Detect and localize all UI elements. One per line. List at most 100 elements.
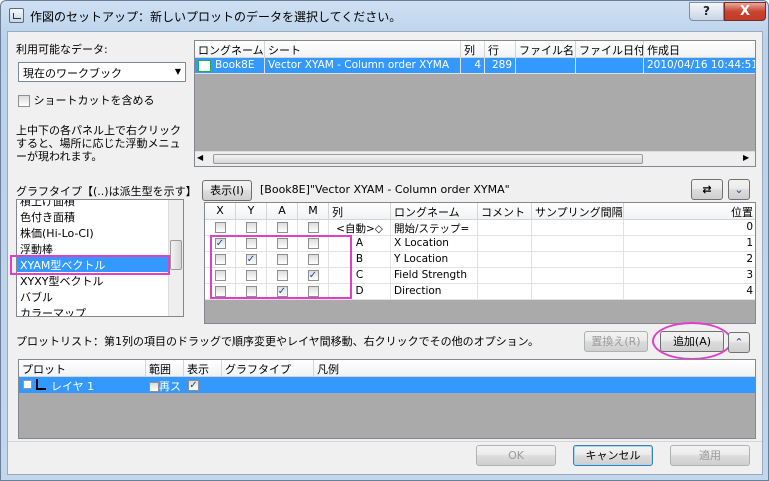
sampling-cell[interactable]	[532, 220, 624, 236]
chevron-down-icon: ▼	[174, 67, 181, 76]
expand-icon[interactable]: ⌃	[728, 332, 750, 353]
col-header-sampling[interactable]: サンプリング間隔	[532, 203, 624, 220]
range-checkbox[interactable]	[149, 382, 159, 392]
sampling-cell[interactable]	[532, 236, 624, 252]
expand-toggle-icon[interactable]	[23, 380, 32, 389]
long-name-cell[interactable]: Y Location	[391, 252, 478, 268]
col-header[interactable]: シート	[265, 41, 461, 58]
shortcut-checkbox-row[interactable]: ショートカットを含める	[18, 92, 155, 108]
assign-m-checkbox[interactable]	[298, 220, 329, 236]
divider	[8, 441, 762, 442]
assign-x-checkbox[interactable]	[205, 220, 236, 236]
comment-cell[interactable]	[478, 236, 532, 252]
col-header[interactable]: 列	[461, 41, 485, 58]
list-item[interactable]: 浮動棒	[17, 240, 183, 256]
shortcut-checkbox[interactable]	[18, 95, 30, 107]
col-header[interactable]: 範囲	[146, 360, 184, 377]
col-header[interactable]: グラフタイプ	[222, 360, 314, 377]
horizontal-scrollbar[interactable]: ◀ ▶	[195, 151, 755, 166]
long-name-cell[interactable]: 開始/ステップ=	[391, 220, 478, 236]
list-item[interactable]: カラーマップ	[17, 304, 183, 316]
col-header[interactable]: ファイル日付	[576, 41, 644, 58]
app-icon	[9, 8, 24, 23]
col-header[interactable]: 凡例	[314, 360, 755, 377]
window-title: 作図のセットアップ：新しいプロットのデータを選択してください。	[30, 10, 402, 24]
checkbox[interactable]	[307, 221, 319, 233]
list-item[interactable]: バブル	[17, 288, 183, 304]
layer-name[interactable]: レイヤ 1	[51, 378, 94, 394]
list-item[interactable]: 積上げ面積	[17, 200, 183, 208]
long-name-cell[interactable]: X Location	[391, 236, 478, 252]
col-header-y[interactable]: Y	[236, 203, 267, 220]
scroll-right-icon[interactable]: ▶	[743, 153, 749, 162]
table-cell[interactable]: 4	[461, 58, 485, 74]
position-cell[interactable]: 3	[624, 268, 755, 284]
combo-value: 現在のワークブック	[23, 67, 122, 80]
hint-text: 上中下の各パネル上で右クリック すると、場所に応じた浮動メニュ ーが現われます。	[16, 124, 181, 163]
comment-cell[interactable]	[478, 220, 532, 236]
long-name-cell[interactable]: Direction	[391, 284, 478, 300]
table-cell[interactable]	[576, 58, 644, 74]
position-cell[interactable]: 0	[624, 220, 755, 236]
comment-cell[interactable]	[478, 268, 532, 284]
table-cell[interactable]: 289	[485, 58, 516, 74]
help-button[interactable]: ?	[689, 2, 724, 21]
list-item[interactable]: 株価(Hi-Lo-CI)	[17, 224, 183, 240]
comment-cell[interactable]	[478, 252, 532, 268]
ok-button[interactable]: OK	[476, 445, 556, 466]
sampling-cell[interactable]	[532, 284, 624, 300]
workbook-table[interactable]: ロングネーム シート 列 行 ファイル名 ファイル日付 作成日 Book8E V…	[194, 40, 756, 167]
vertical-scrollbar[interactable]	[168, 200, 183, 316]
col-header-m[interactable]: M	[298, 203, 329, 220]
show-button[interactable]: 表示(I)	[202, 180, 252, 201]
assign-a-checkbox[interactable]	[267, 220, 298, 236]
scroll-left-icon[interactable]: ◀	[197, 153, 203, 162]
col-header-x[interactable]: X	[205, 203, 236, 220]
table-cell[interactable]: 2010/04/16 10:44:51	[644, 58, 755, 74]
col-header[interactable]: プロット	[19, 360, 146, 377]
assign-y-checkbox[interactable]	[236, 220, 267, 236]
position-cell[interactable]: 4	[624, 284, 755, 300]
replace-button[interactable]: 置換え(R)	[584, 331, 648, 352]
apply-button[interactable]: 適用	[670, 445, 750, 466]
checkbox[interactable]	[276, 221, 288, 233]
scroll-thumb[interactable]	[170, 240, 182, 270]
show-checkbox[interactable]: ✓	[188, 378, 199, 391]
col-header[interactable]: ファイル名	[516, 41, 576, 58]
plot-list-table[interactable]: プロット 範囲 表示 グラフタイプ 凡例 レイヤ 1 再ス ✓	[18, 359, 756, 439]
hint-line: ーが現われます。	[16, 150, 103, 163]
close-button[interactable]: X	[724, 2, 766, 21]
checkbox[interactable]	[214, 221, 226, 233]
title-bar[interactable]: 作図のセットアップ：新しいプロットのデータを選択してください。 ? X	[1, 1, 768, 31]
sampling-cell[interactable]	[532, 252, 624, 268]
col-header-column[interactable]: 列	[329, 203, 391, 220]
column-name-cell[interactable]: <自動>◇	[329, 220, 391, 236]
col-header[interactable]: ロングネーム	[195, 41, 265, 58]
checkbox[interactable]	[245, 221, 257, 233]
available-data-label: 利用可能なデータ:	[16, 43, 108, 56]
position-cell[interactable]: 2	[624, 252, 755, 268]
layer-row[interactable]	[19, 377, 755, 393]
col-header[interactable]: 表示	[184, 360, 222, 377]
collapse-icon[interactable]: ⌄	[728, 179, 750, 200]
long-name-cell[interactable]: Field Strength	[391, 268, 478, 284]
layer-range[interactable]: 再ス	[149, 378, 181, 394]
data-source-combo[interactable]: 現在のワークブック ▼	[18, 62, 186, 82]
col-header-position[interactable]: 位置	[624, 203, 755, 220]
col-header-comment[interactable]: コメント	[478, 203, 532, 220]
dialog-client: 利用可能なデータ: 現在のワークブック ▼ ショートカットを含める 上中下の各パネ…	[7, 31, 763, 475]
list-item[interactable]: 色付き面積	[17, 208, 183, 224]
swap-icon[interactable]: ⇄	[691, 179, 723, 200]
table-cell[interactable]: Vector XYAM - Column order XYMA	[265, 58, 461, 74]
highlight-assignments	[210, 235, 352, 299]
sampling-cell[interactable]	[532, 268, 624, 284]
comment-cell[interactable]	[478, 284, 532, 300]
col-header[interactable]: 作成日	[644, 41, 755, 58]
col-header-a[interactable]: A	[267, 203, 298, 220]
position-cell[interactable]: 1	[624, 236, 755, 252]
cancel-button[interactable]: キャンセル	[573, 445, 653, 466]
table-cell[interactable]	[516, 58, 576, 74]
col-header-longname[interactable]: ロングネーム	[391, 203, 478, 220]
col-header[interactable]: 行	[485, 41, 516, 58]
scroll-thumb[interactable]	[213, 154, 643, 164]
